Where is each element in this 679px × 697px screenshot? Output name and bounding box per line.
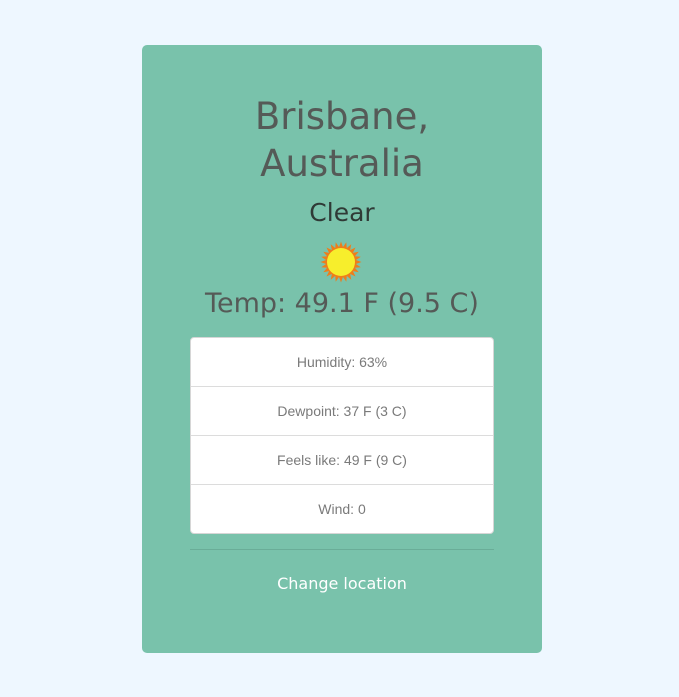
sun-icon (320, 241, 362, 283)
weather-card: Brisbane, Australia Clear Temp: 49.1 F (… (142, 45, 542, 653)
feels-like-item: Feels like: 49 F (9 C) (191, 436, 493, 485)
weather-condition: Clear (309, 198, 375, 227)
weather-details-list: Humidity: 63% Dewpoint: 37 F (3 C) Feels… (190, 337, 494, 534)
dewpoint-item: Dewpoint: 37 F (3 C) (191, 387, 493, 436)
change-location-link[interactable]: Change location (142, 571, 542, 597)
wind-item: Wind: 0 (318, 501, 366, 517)
location-country: Australia (260, 142, 424, 185)
divider (190, 549, 494, 550)
humidity-item: Humidity: 63% (191, 338, 493, 387)
location-city: Brisbane, (254, 95, 430, 138)
location-title: Brisbane, Australia (142, 93, 542, 187)
temperature-readout: Temp: 49.1 F (9.5 C) (205, 288, 479, 319)
